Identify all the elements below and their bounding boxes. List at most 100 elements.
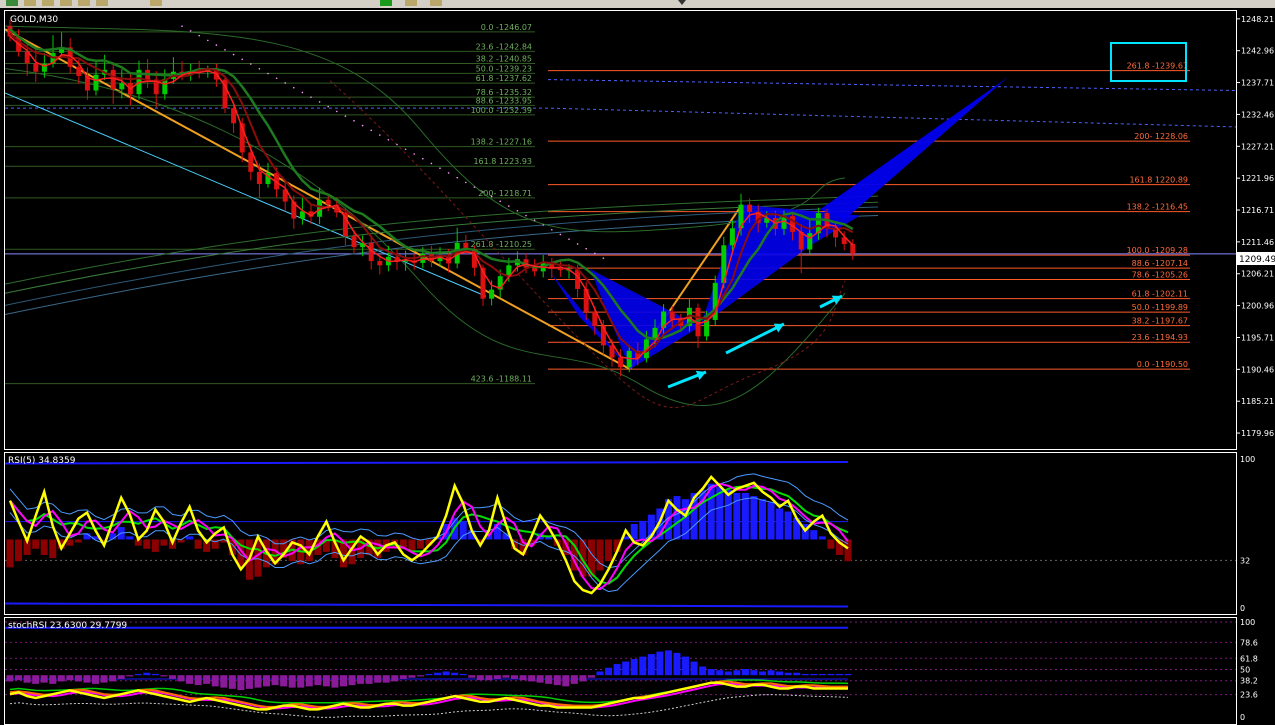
tool-icon[interactable]: [78, 0, 90, 6]
sar-dot: [482, 191, 484, 193]
sar-dot: [551, 228, 553, 231]
fib-level-label: 0.0 -1190.50: [1137, 360, 1188, 369]
sar-dot: [318, 101, 321, 103]
stoch-tick-label: 0: [1240, 713, 1245, 722]
stoch-histogram-bar: [245, 675, 253, 689]
sar-dot: [181, 25, 183, 27]
stoch-histogram-bar: [502, 675, 510, 678]
fib-level-label: 38.2 -1240.85: [476, 55, 532, 64]
fib-level-label: 38.2 -1197.67: [1132, 317, 1188, 326]
tool-icon[interactable]: [430, 0, 442, 6]
stoch-histogram-bar: [758, 671, 766, 676]
rsi-tick-label: 32: [1240, 556, 1250, 565]
stoch-histogram-bar: [151, 673, 159, 676]
tool-icon[interactable]: [150, 0, 162, 6]
price-tick-label: 1242.96: [1241, 47, 1274, 56]
price-tick-label: 1248.21: [1241, 15, 1274, 24]
rsi-histogram-bar: [416, 539, 424, 549]
price-tick-label: 1179.96: [1241, 429, 1274, 438]
stoch-histogram-bar: [511, 675, 519, 679]
stoch-histogram-bar: [237, 675, 245, 691]
stoch-tick-label: 78.6: [1240, 638, 1258, 647]
price-tick-label: 1227.21: [1241, 142, 1274, 151]
stoch-tick-label: 100: [1240, 618, 1255, 627]
stoch-histogram-bar: [656, 651, 664, 676]
price-tick-label: 1211.46: [1241, 238, 1274, 247]
candle-body: [377, 261, 383, 266]
stoch-histogram-bar: [827, 673, 835, 676]
stoch-tick-label: 38.2: [1240, 677, 1258, 686]
stoch-histogram-bar: [143, 672, 151, 676]
tool-icon[interactable]: [24, 0, 36, 6]
stoch-histogram-bar: [160, 675, 168, 677]
stoch-histogram-bar: [776, 671, 784, 676]
stoch-histogram-bar: [280, 675, 288, 687]
stoch-histogram-bar: [263, 675, 271, 687]
sar-dot: [387, 138, 390, 141]
tool-icon[interactable]: [96, 0, 108, 6]
stoch-histogram-bar: [109, 675, 117, 682]
stoch-histogram-bar: [724, 671, 732, 676]
rsi-histogram-bar: [126, 536, 134, 540]
stoch-tick-label: 61.8: [1240, 654, 1258, 663]
rsi-histogram-bar: [32, 539, 40, 549]
stoch-histogram-bar: [314, 675, 322, 686]
app-icon[interactable]: [6, 0, 18, 6]
tool-icon[interactable]: [42, 0, 54, 6]
stoch-histogram-bar: [186, 675, 194, 684]
sar-dot: [559, 233, 562, 236]
stoch-histogram-bar: [134, 673, 142, 676]
sar-dot: [533, 219, 536, 222]
price-tick-label: 1190.46: [1241, 365, 1274, 374]
price-tick-label: 1195.71: [1241, 333, 1274, 342]
rsi-histogram-bar: [639, 520, 647, 540]
sar-dot: [413, 153, 416, 155]
rsi-histogram-bar: [194, 539, 202, 549]
stoch-histogram-bar: [579, 675, 587, 682]
stoch-histogram-bar: [228, 675, 236, 689]
fib-level-label: 100.0 -1232.39: [471, 106, 532, 115]
stoch-histogram-bar: [647, 654, 655, 676]
stoch-histogram-bar: [596, 671, 604, 676]
fib-level-label: 61.8 -1237.62: [476, 74, 532, 83]
candle-body: [798, 231, 804, 250]
sar-dot: [275, 77, 278, 80]
stoch-tick-label: 50: [1240, 666, 1250, 675]
sar-dot: [224, 49, 226, 51]
fib-level-label: 261.8 -1210.25: [471, 240, 532, 249]
tool-icon[interactable]: [60, 0, 72, 6]
rsi-histogram-bar: [74, 539, 82, 543]
sar-dot: [576, 243, 579, 245]
stoch-histogram-bar: [57, 675, 65, 682]
stoch-histogram-bar: [305, 675, 313, 687]
stoch-histogram-bar: [767, 670, 775, 676]
candle-body: [669, 311, 675, 320]
stoch-histogram-bar: [639, 656, 647, 676]
sar-dot: [422, 157, 424, 160]
stoch-histogram-bar: [220, 675, 228, 688]
sar-dot: [207, 39, 209, 42]
fib-level-label: 200- 1228.06: [1134, 132, 1188, 141]
stoch-histogram-bar: [203, 675, 211, 684]
sar-dot: [215, 44, 218, 46]
candle-body: [351, 236, 357, 248]
fib-level-label: 88.6 -1207.14: [1132, 259, 1188, 268]
stoch-histogram-bar: [40, 675, 48, 683]
stoch-histogram-bar: [835, 673, 843, 676]
stoch-histogram-bar: [682, 656, 690, 676]
sar-dot: [499, 200, 502, 203]
stoch-histogram-bar: [528, 675, 536, 682]
fib-level-label: 23.6 -1194.93: [1132, 333, 1188, 342]
rsi-tick-label: 100: [1240, 455, 1255, 464]
stoch-histogram-bar: [844, 673, 852, 676]
stoch-histogram-bar: [451, 672, 459, 676]
stoch-histogram-bar: [425, 673, 433, 676]
plus-icon[interactable]: [380, 0, 392, 6]
sar-dot: [602, 257, 605, 259]
sar-dot: [344, 115, 347, 117]
tool-icon[interactable]: [405, 0, 417, 6]
sar-dot: [585, 247, 587, 250]
stoch-histogram-bar: [664, 650, 672, 676]
candle-body: [325, 199, 331, 205]
stoch-histogram-bar: [741, 669, 749, 676]
